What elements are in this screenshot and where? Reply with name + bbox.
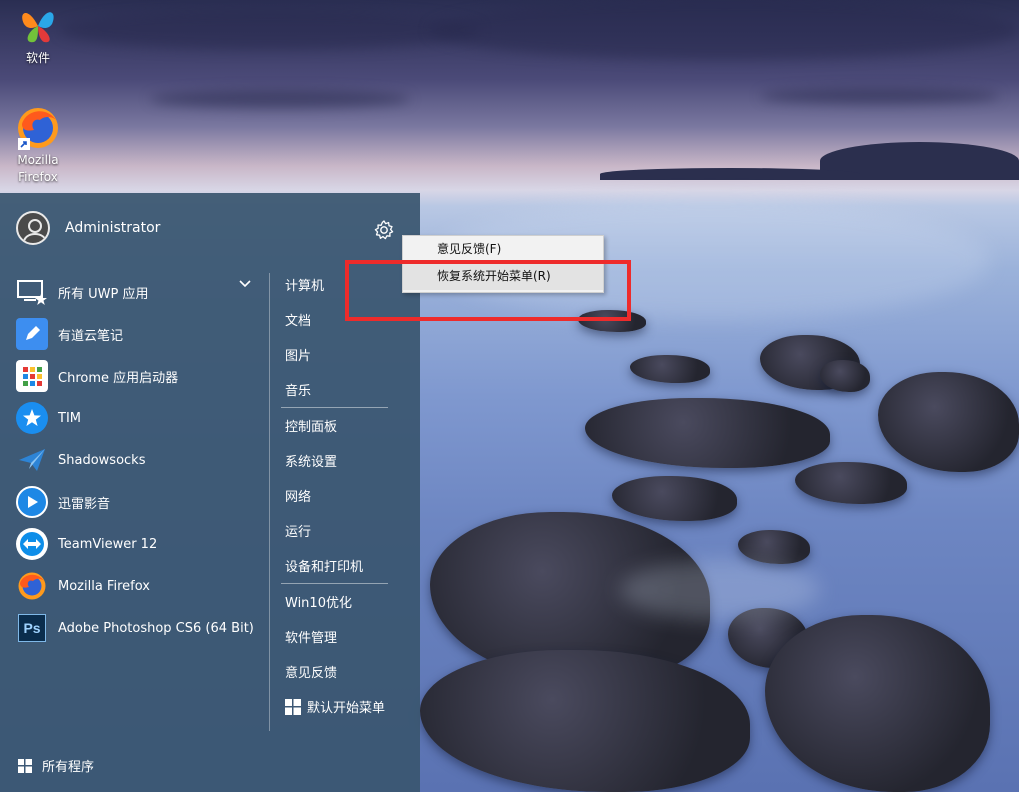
menu-item-feedback[interactable]: 意见反馈(F) [403,236,603,263]
link-default-start-menu[interactable]: 默认开始菜单 [285,689,395,724]
app-label: 迅雷影音 [58,496,111,512]
app-label: Adobe Photoshop CS6 (64 Bit) [58,620,254,636]
app-item-chrome-launcher[interactable]: Chrome 应用启动器 [16,355,256,397]
shadowsocks-icon [16,444,48,476]
link-control-panel[interactable]: 控制面板 [285,408,395,443]
all-programs-label: 所有程序 [42,760,95,775]
app-label: TeamViewer 12 [58,536,158,552]
desktop-icon-label-line2: Firefox [18,170,58,184]
app-label: 所有 UWP 应用 [58,286,149,302]
app-item-photoshop[interactable]: Ps Adobe Photoshop CS6 (64 Bit) [16,607,256,649]
user-account[interactable]: Administrator [16,210,160,246]
user-avatar-icon [16,211,50,245]
app-item-teamviewer[interactable]: TeamViewer 12 [16,523,256,565]
quick-links: 计算机 文档 图片 音乐 控制面板 系统设置 网络 运行 设备和打印机 Win1… [281,267,395,724]
chrome-launcher-icon [16,360,48,392]
app-item-firefox[interactable]: Mozilla Firefox [16,565,256,607]
annotation-highlight-box [345,260,631,321]
link-feedback[interactable]: 意见反馈 [285,654,395,689]
link-win10-optimize[interactable]: Win10优化 [285,584,395,619]
app-item-uwp[interactable]: 所有 UWP 应用 [16,271,256,313]
windows-logo-icon [285,698,301,715]
menu-divider [269,273,270,731]
link-network[interactable]: 网络 [285,478,395,513]
gear-icon[interactable] [373,219,395,241]
app-list: 所有 UWP 应用 有道云笔记 Chrome 应用启动器 TIM Shadows… [16,271,256,649]
app-item-youdao[interactable]: 有道云笔记 [16,313,256,355]
app-label: TIM [58,410,81,426]
firefox-icon [16,106,60,150]
app-label: 有道云笔记 [58,328,124,344]
youdao-note-icon [16,318,48,350]
app-label: Shadowsocks [58,452,146,468]
link-software-manager[interactable]: 软件管理 [285,619,395,654]
app-label: Mozilla Firefox [58,578,150,594]
app-label: Chrome 应用启动器 [58,370,179,386]
xunlei-player-icon [16,486,48,518]
link-devices-printers[interactable]: 设备和打印机 [285,548,395,583]
link-system-settings[interactable]: 系统设置 [285,443,395,478]
link-run[interactable]: 运行 [285,513,395,548]
teamviewer-icon [16,528,48,560]
firefox-icon [16,570,48,602]
user-name: Administrator [65,220,161,236]
app-item-shadowsocks[interactable]: Shadowsocks [16,439,256,481]
all-programs-button[interactable]: 所有程序 [18,756,94,775]
desktop-icon-software[interactable]: 软件 [8,4,68,67]
app-item-tim[interactable]: TIM [16,397,256,439]
chevron-down-icon[interactable] [238,277,252,291]
link-music[interactable]: 音乐 [285,372,395,407]
link-pictures[interactable]: 图片 [285,337,395,372]
desktop-icon-firefox[interactable]: Mozilla Firefox [8,106,68,186]
windows-logo-icon [18,758,32,773]
desktop-icon-label-line1: Mozilla [17,153,59,167]
software-butterfly-icon [16,4,60,48]
tim-icon [16,402,48,434]
shortcut-arrow-icon [18,138,30,150]
uwp-apps-icon [16,276,48,308]
link-label: 默认开始菜单 [307,701,386,716]
desktop-icon-label: 软件 [25,51,50,65]
app-item-xunlei[interactable]: 迅雷影音 [16,481,256,523]
photoshop-icon: Ps [16,612,48,644]
